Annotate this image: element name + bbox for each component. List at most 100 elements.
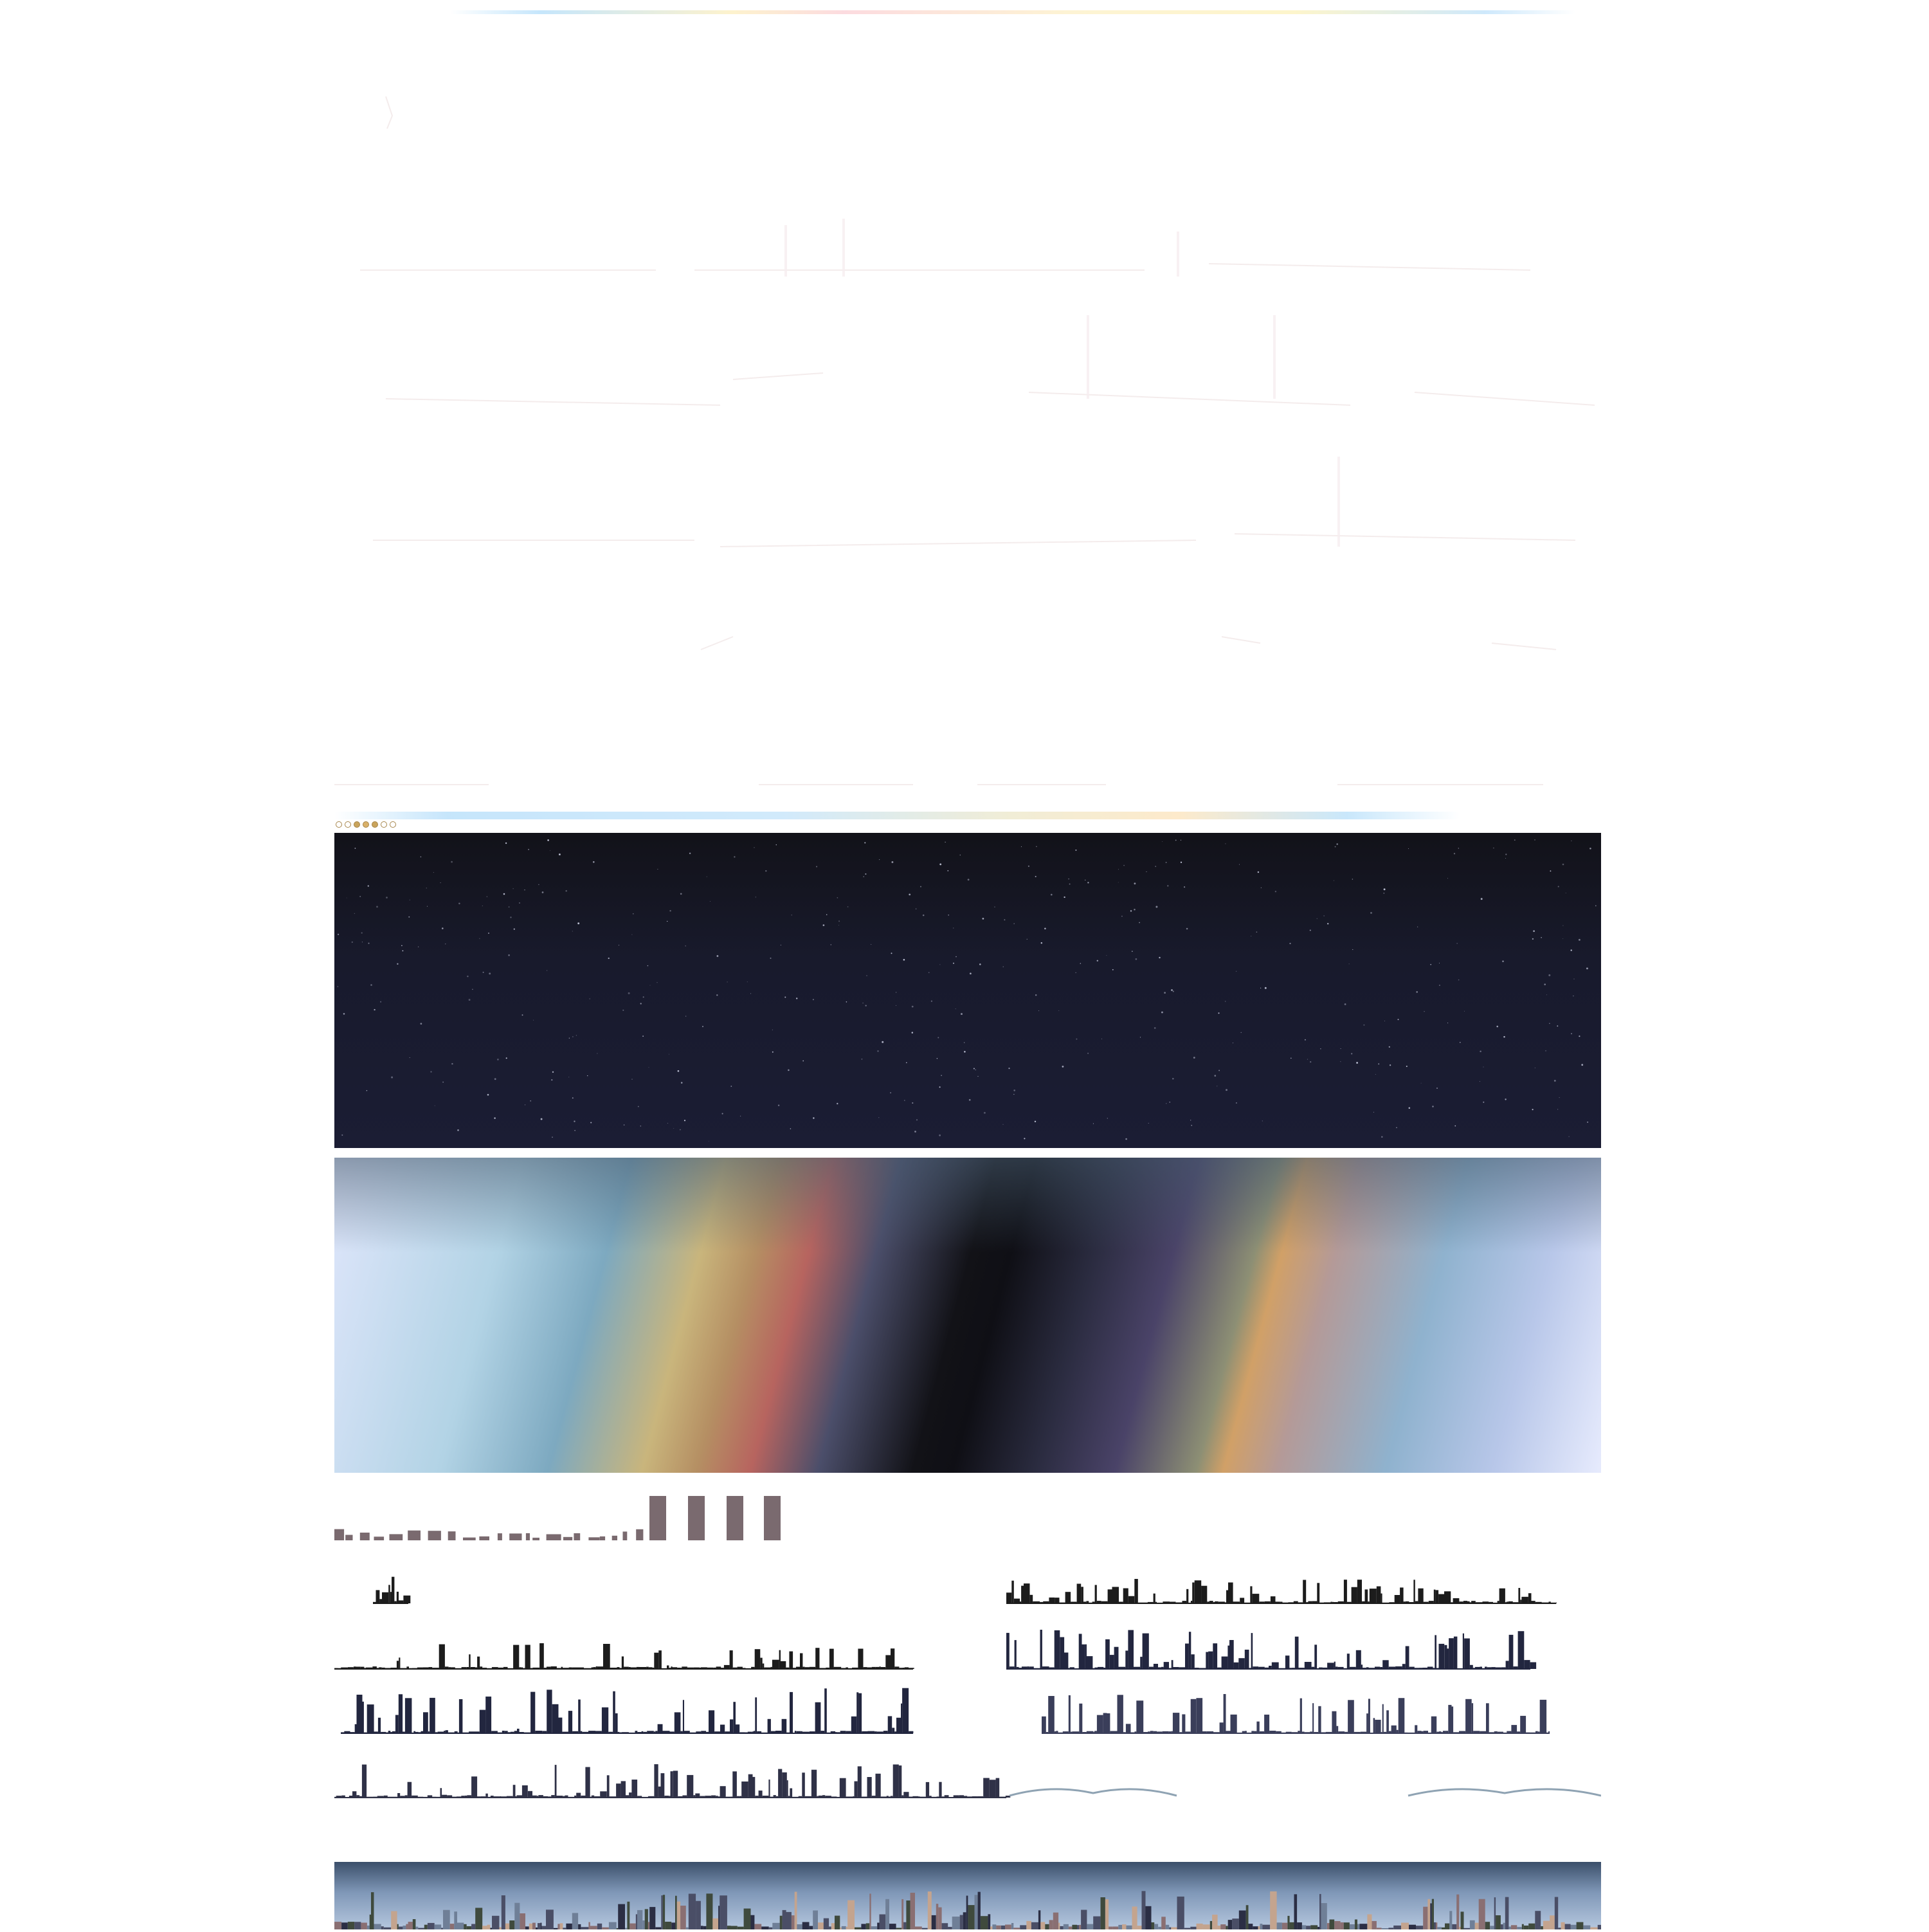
small-building-bar: [546, 1534, 561, 1540]
star: [1161, 1011, 1163, 1014]
skyline-building: [1438, 1643, 1445, 1669]
faint-row-4: [700, 636, 1557, 650]
star: [408, 916, 410, 918]
skyline-building: [1435, 1590, 1439, 1603]
star: [648, 1067, 649, 1068]
star: [1172, 990, 1174, 992]
skyline-building: [891, 1648, 895, 1669]
star: [488, 933, 489, 934]
star: [680, 893, 682, 895]
star: [837, 1102, 838, 1105]
bottom-skyline-building: [963, 1912, 966, 1929]
star: [1464, 1010, 1465, 1012]
tall-building-bar: [649, 1496, 666, 1540]
bottom-skyline-building: [1276, 1922, 1282, 1929]
star: [508, 954, 510, 956]
skyline-building: [682, 1700, 684, 1733]
bottom-skyline-building: [1583, 1925, 1591, 1929]
skyline-building: [1376, 1586, 1381, 1603]
star: [1171, 989, 1173, 991]
skyline-baseline: [1006, 1603, 1556, 1604]
star: [968, 1098, 971, 1101]
star: [337, 986, 339, 987]
bottom-skyline-building: [980, 1916, 988, 1929]
bottom-skyline-building: [835, 1915, 840, 1929]
bottom-skyline-building: [703, 1926, 707, 1929]
bottom-skyline-building: [541, 1926, 547, 1929]
skyline-building: [989, 1780, 996, 1798]
star: [1381, 1136, 1383, 1138]
star: [903, 959, 905, 961]
star: [1236, 1102, 1237, 1104]
small-building-bar: [611, 1535, 617, 1540]
skyline-building: [1524, 1660, 1530, 1669]
bottom-skyline-building: [779, 1915, 783, 1929]
star: [777, 1104, 780, 1106]
skyline-building: [1125, 1650, 1128, 1669]
skyline-silhouettes: [334, 1576, 1601, 1801]
bottom-skyline-building: [540, 1922, 542, 1929]
star: [685, 1016, 687, 1017]
small-building-bar: [509, 1533, 522, 1540]
skyline-building: [670, 1771, 673, 1798]
star: [1184, 886, 1186, 888]
bottom-skyline-building: [466, 1926, 472, 1929]
bottom-skyline-building: [952, 1917, 960, 1929]
star: [367, 885, 369, 887]
skyline-baseline: [1042, 1733, 1550, 1734]
bottom-skyline-building: [501, 1895, 505, 1929]
bottom-skyline-building: [662, 1895, 666, 1929]
skyline-building: [539, 1643, 544, 1669]
bottom-skyline-building: [1494, 1897, 1496, 1929]
star: [590, 1122, 592, 1124]
star: [1356, 1062, 1359, 1064]
bottom-skyline-building: [1535, 1911, 1541, 1929]
bottom-skyline-building: [475, 1908, 483, 1929]
bottom-skyline-building: [1001, 1925, 1006, 1929]
skyline-building: [925, 1782, 930, 1798]
star: [906, 1062, 907, 1064]
star: [716, 955, 719, 957]
bottom-skyline-building: [443, 1909, 450, 1929]
skyline-building: [390, 1592, 392, 1603]
bottom-skyline-building: [915, 1926, 922, 1929]
bottom-skyline-building: [1434, 1922, 1436, 1929]
bottom-skyline-building: [1590, 1927, 1598, 1929]
bottom-skyline-building: [743, 1908, 751, 1929]
mid-rainbow-strip: [334, 812, 1460, 819]
skyline-building: [1109, 1655, 1114, 1669]
star: [1186, 927, 1188, 930]
bottom-skyline-building: [941, 1923, 948, 1929]
bottom-skyline-building: [1260, 1924, 1263, 1929]
bottom-skyline-building: [424, 1924, 428, 1929]
skyline-building: [781, 1718, 787, 1733]
skyline-building: [1228, 1582, 1233, 1603]
bottom-skyline-building: [354, 1922, 361, 1929]
skyline-building: [552, 1704, 559, 1733]
star: [551, 1079, 553, 1081]
bottom-skyline-building: [1445, 1923, 1450, 1929]
skyline-building: [1391, 1725, 1397, 1733]
bottom-skyline-building: [879, 1914, 886, 1929]
star: [953, 962, 954, 964]
star: [878, 1117, 880, 1118]
star: [1396, 1127, 1397, 1129]
star: [433, 871, 434, 873]
star: [939, 964, 941, 965]
skyline-building: [1250, 1586, 1253, 1603]
bottom-skyline-building: [415, 1926, 419, 1929]
bottom-skyline-building: [1319, 1893, 1321, 1929]
bottom-skyline-building: [847, 1900, 855, 1929]
bottom-skyline-building: [730, 1926, 738, 1929]
bottom-skyline-building: [1401, 1922, 1409, 1929]
star: [503, 893, 505, 895]
skyline-building: [786, 1780, 788, 1798]
bottom-skyline-building: [361, 1922, 367, 1929]
skyline-building: [1107, 1713, 1110, 1733]
star: [1420, 1082, 1422, 1084]
faint-building: [784, 225, 787, 277]
bottom-skyline-building: [1357, 1924, 1360, 1929]
skyline-building: [1317, 1583, 1320, 1603]
bottom-skyline-building: [525, 1926, 529, 1929]
star: [1050, 893, 1053, 896]
